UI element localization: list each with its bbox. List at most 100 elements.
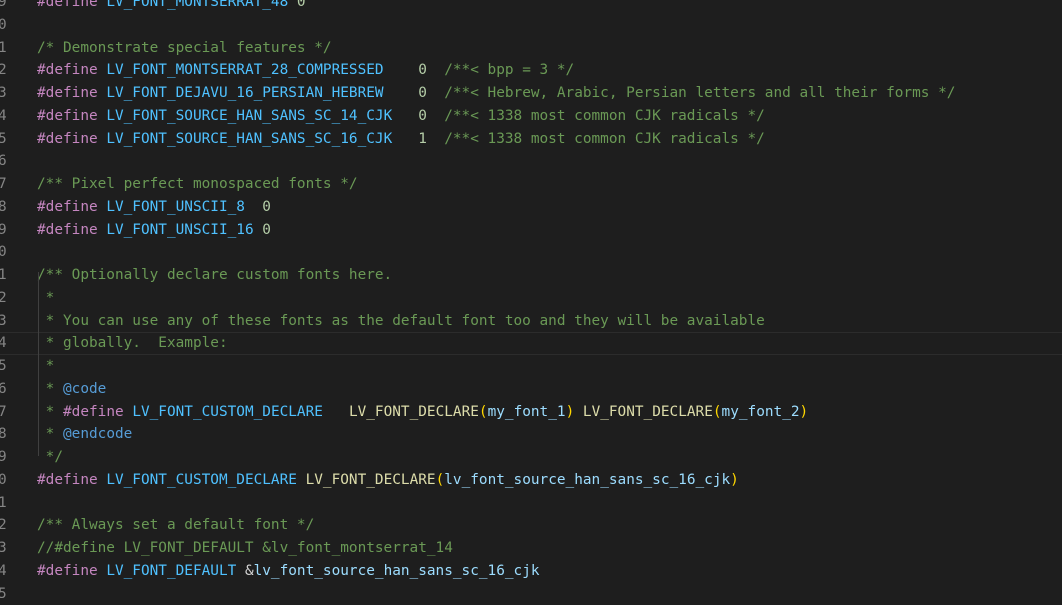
code-line[interactable]: 0 (0, 14, 1062, 37)
line-number: 4 (0, 333, 8, 354)
code-line[interactable]: 9#define LV_FONT_UNSCII_16 0 (0, 219, 1062, 242)
line-number: 4 (0, 105, 8, 128)
preprocessor-token: #define (37, 472, 98, 488)
code-line[interactable]: 1/** Optionally declare custom fonts her… (0, 264, 1062, 287)
macro-name-token: LV_FONT_DEJAVU_16_PERSIAN_HEBREW (98, 85, 384, 101)
code-line[interactable]: 8 * @endcode (0, 423, 1062, 446)
line-number: 0 (0, 469, 8, 492)
code-text: #define LV_FONT_UNSCII_16 0 (37, 219, 271, 242)
line-number: 5 (0, 355, 8, 378)
code-line[interactable]: 2 * (0, 287, 1062, 310)
preprocessor-token: #define (63, 404, 124, 420)
line-number: 9 (0, 446, 8, 469)
code-line[interactable]: 5 (0, 583, 1062, 605)
comment-token: /**< Hebrew, Arabic, Persian letters and… (427, 85, 956, 101)
line-number: 5 (0, 583, 8, 605)
number-token: 0 (392, 108, 427, 124)
comment-token: * (37, 404, 63, 420)
code-line[interactable]: 4 #define LV_FONT_SOURCE_HAN_SANS_SC_14_C… (0, 105, 1062, 128)
line-number: 1 (0, 37, 8, 60)
code-line[interactable]: 0 (0, 241, 1062, 264)
code-text: #define LV_FONT_DEFAULT &lv_font_source_… (37, 560, 540, 583)
preprocessor-token: #define (37, 85, 98, 101)
macro-name-token: LV_FONT_CUSTOM_DECLARE (98, 472, 297, 488)
comment-token: /**< 1338 most common CJK radicals */ (427, 131, 765, 147)
line-number: 2 (0, 59, 8, 82)
code-text: */ (37, 446, 63, 469)
line-number: 3 (0, 537, 8, 560)
identifier-token: my_font_1 (488, 404, 566, 420)
code-text: * #define LV_FONT_CUSTOM_DECLARE LV_FONT… (37, 401, 808, 424)
bracket-token: ( (436, 472, 445, 488)
code-line[interactable]: 8#define LV_FONT_UNSCII_8 0 (0, 196, 1062, 219)
line-number: 0 (0, 241, 8, 264)
code-text: * globally. Example: (37, 333, 228, 354)
code-line[interactable]: 6 * @code (0, 378, 1062, 401)
code-line[interactable]: 3 * You can use any of these fonts as th… (0, 310, 1062, 333)
number-token: 0 (384, 85, 427, 101)
bracket-token: ) (800, 404, 809, 420)
code-line[interactable]: 2/** Always set a default font */ (0, 514, 1062, 537)
code-text: /** Optionally declare custom fonts here… (37, 264, 392, 287)
doc-tag-token: @endcode (63, 426, 132, 442)
comment-token: /**< 1338 most common CJK radicals */ (427, 108, 765, 124)
preprocessor-token: #define (37, 222, 98, 238)
code-line[interactable]: 5 #define LV_FONT_SOURCE_HAN_SANS_SC_16_C… (0, 128, 1062, 151)
macro-name-token: LV_FONT_CUSTOM_DECLARE (124, 404, 323, 420)
comment-token: * (37, 426, 63, 442)
comment-token: */ (37, 449, 63, 465)
code-line[interactable]: 3 #define LV_FONT_DEJAVU_16_PERSIAN_HEBRE… (0, 82, 1062, 105)
preprocessor-token: #define (37, 0, 98, 10)
code-text: * @code (37, 378, 106, 401)
line-number: 4 (0, 560, 8, 583)
code-text: * (37, 287, 54, 310)
preprocessor-token: #define (37, 62, 98, 78)
code-text: * (37, 355, 54, 378)
code-line[interactable]: 1 (0, 492, 1062, 515)
code-line-current[interactable]: 4 * globally. Example: (0, 332, 1062, 355)
code-line[interactable]: 3//#define LV_FONT_DEFAULT &lv_font_mont… (0, 537, 1062, 560)
comment-token: * You can use any of these fonts as the … (37, 313, 765, 329)
function-token: LV_FONT_DECLARE (349, 404, 479, 420)
number-token: 0 (254, 222, 271, 238)
plain-token: & (236, 563, 253, 579)
comment-token: /** Optionally declare custom fonts here… (37, 267, 392, 283)
line-number: 5 (0, 128, 8, 151)
bracket-token: ( (713, 404, 722, 420)
function-token: LV_FONT_DECLARE (583, 404, 713, 420)
code-line[interactable]: 0 #define LV_FONT_CUSTOM_DECLARE LV_FONT_… (0, 469, 1062, 492)
preprocessor-token: #define (37, 199, 98, 215)
code-text: #define LV_FONT_SOURCE_HAN_SANS_SC_16_CJ… (37, 128, 765, 151)
number-token: 0 (245, 199, 271, 215)
number-token: 1 (392, 131, 427, 147)
code-line[interactable]: 2 #define LV_FONT_MONTSERRAT_28_COMPRESSE… (0, 59, 1062, 82)
macro-name-token: LV_FONT_SOURCE_HAN_SANS_SC_14_CJK (98, 108, 393, 124)
comment-token: /* Demonstrate special features */ (37, 40, 332, 56)
code-line[interactable]: 4 #define LV_FONT_DEFAULT &lv_font_source… (0, 560, 1062, 583)
comment-token: /**< bpp = 3 */ (427, 62, 574, 78)
code-line[interactable]: 1 /* Demonstrate special features */ (0, 37, 1062, 60)
code-text: #define LV_FONT_SOURCE_HAN_SANS_SC_14_CJ… (37, 105, 765, 128)
plain-token (323, 404, 349, 420)
preprocessor-token: #define (37, 131, 98, 147)
comment-token: * globally. Example: (37, 335, 228, 351)
code-editor[interactable]: 9#define LV_FONT_MONTSERRAT_48 001/* Dem… (0, 0, 1062, 605)
code-text: #define LV_FONT_MONTSERRAT_28_COMPRESSED… (37, 59, 574, 82)
code-text: /** Always set a default font */ (37, 514, 314, 537)
code-line[interactable]: 9#define LV_FONT_MONTSERRAT_48 0 (0, 0, 1062, 14)
line-number: 3 (0, 82, 8, 105)
code-line[interactable]: 9 */ (0, 446, 1062, 469)
code-line[interactable]: 7/** Pixel perfect monospaced fonts */ (0, 173, 1062, 196)
code-text: #define LV_FONT_UNSCII_8 0 (37, 196, 271, 219)
indent-guide (38, 272, 39, 456)
line-number: 3 (0, 310, 8, 333)
code-line[interactable]: 5 * (0, 355, 1062, 378)
line-number: 7 (0, 173, 8, 196)
function-token: LV_FONT_DECLARE (306, 472, 436, 488)
code-text: /* Demonstrate special features */ (37, 37, 332, 60)
plain-token (574, 404, 583, 420)
comment-token: * (37, 381, 63, 397)
code-line[interactable]: 6 (0, 150, 1062, 173)
code-line[interactable]: 7 * #define LV_FONT_CUSTOM_DECLARE LV_FO… (0, 401, 1062, 424)
line-number: 0 (0, 14, 8, 37)
